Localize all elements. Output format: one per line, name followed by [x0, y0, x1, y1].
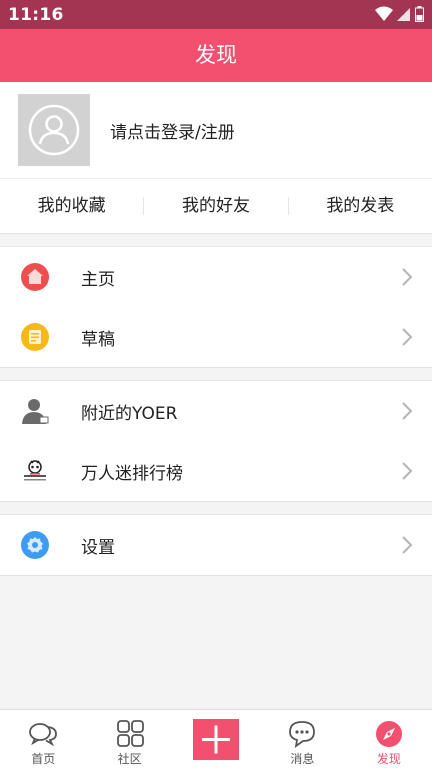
tab-community[interactable]: 社区 [86, 710, 172, 768]
drafts-icon [21, 323, 49, 351]
home-icon [21, 263, 49, 291]
menu-item-label: 草稿 [81, 330, 115, 350]
page-title: 发现 [0, 29, 432, 82]
menu-item-settings[interactable]: 设置 [0, 515, 432, 575]
battery-icon [415, 6, 424, 22]
compass-icon [375, 721, 402, 747]
tab-label: 消息 [290, 752, 315, 766]
chevron-right-icon [402, 328, 413, 346]
status-bar: 11:16 [0, 0, 432, 29]
tab-label: 首页 [31, 752, 56, 766]
system-icons [375, 6, 424, 22]
chat-bubbles-icon [29, 723, 58, 747]
ranking-icon [24, 460, 46, 481]
plus-icon [202, 725, 231, 754]
chevron-right-icon [402, 462, 413, 480]
my-favorites-link[interactable]: 我的收藏 [0, 179, 143, 233]
signal-icon [397, 8, 410, 21]
menu-item-label: 主页 [81, 270, 115, 290]
quick-links: 我的收藏 我的好友 我的发表 [0, 178, 432, 234]
menu-item-drafts[interactable]: 草稿 [0, 307, 432, 367]
status-time: 11:16 [8, 5, 64, 25]
menu-group: 主页 草稿 [0, 246, 432, 368]
profile-section[interactable]: 请点击登录/注册 [0, 82, 432, 178]
my-posts-link[interactable]: 我的发表 [289, 179, 432, 233]
my-friends-link[interactable]: 我的好友 [144, 179, 287, 233]
tab-messages[interactable]: 消息 [259, 710, 345, 768]
tab-discover[interactable]: 发现 [346, 710, 432, 768]
menu-item-home[interactable]: 主页 [0, 247, 432, 307]
nearby-person-icon [22, 399, 49, 424]
grid-icon [116, 720, 144, 747]
menu-item-label: 万人迷排行榜 [81, 464, 183, 484]
tab-post[interactable] [173, 710, 259, 768]
chevron-right-icon [402, 536, 413, 554]
message-icon [289, 721, 316, 748]
bottom-nav: 首页 社区 消息 发现 [0, 709, 432, 768]
user-avatar-icon [28, 104, 80, 156]
menu-group: 附近的YOER 万人迷排行榜 [0, 380, 432, 502]
tab-label: 发现 [376, 752, 401, 766]
plus-button[interactable] [193, 719, 240, 760]
chevron-right-icon [402, 402, 413, 420]
menu-item-label: 设置 [81, 538, 115, 558]
avatar[interactable] [18, 94, 90, 166]
login-register-link[interactable]: 请点击登录/注册 [110, 118, 235, 143]
wifi-icon [375, 6, 393, 21]
menu-item-ranking[interactable]: 万人迷排行榜 [0, 441, 432, 501]
tab-home[interactable]: 首页 [0, 710, 86, 768]
menu-group: 设置 [0, 514, 432, 576]
menu-item-nearby[interactable]: 附近的YOER [0, 381, 432, 441]
chevron-right-icon [402, 268, 413, 286]
settings-icon [21, 531, 49, 559]
tab-label: 社区 [117, 752, 142, 766]
menu-item-label: 附近的YOER [81, 404, 178, 424]
